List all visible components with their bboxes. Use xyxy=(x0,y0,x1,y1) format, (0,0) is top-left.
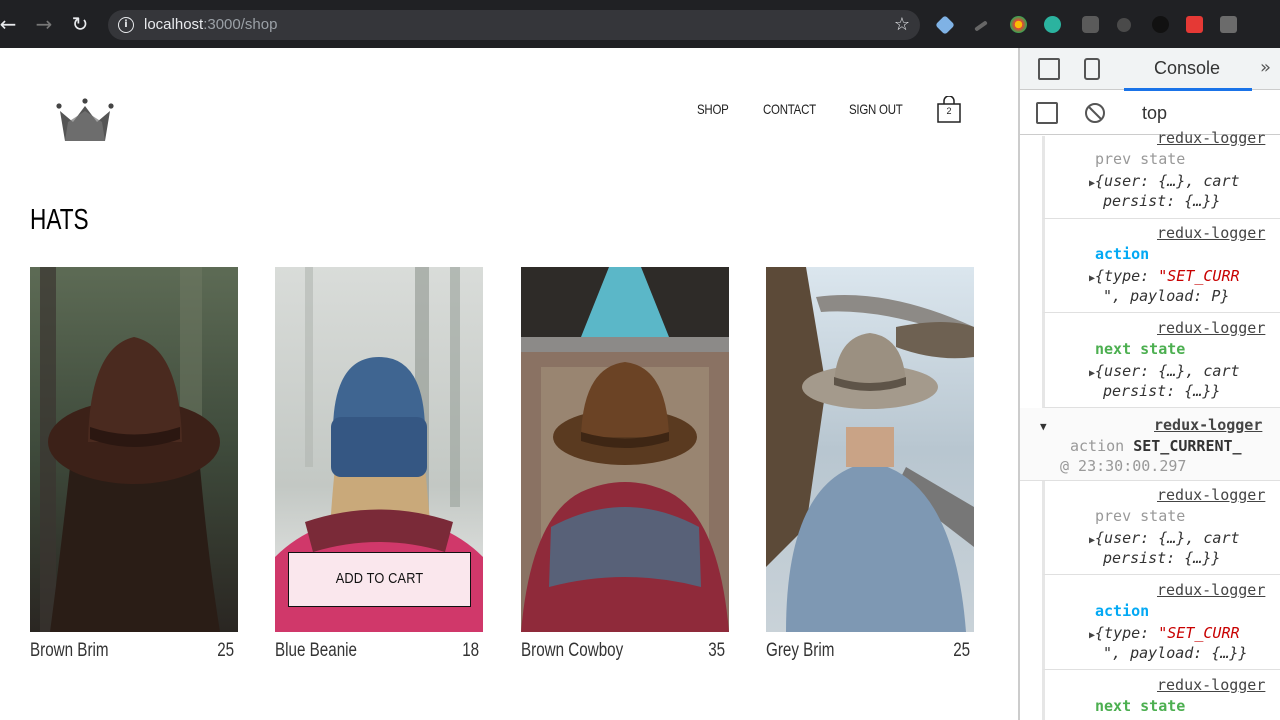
product-price: 18 xyxy=(462,640,479,661)
product-card[interactable]: Brown Brim 25 xyxy=(30,267,238,667)
extension-icon[interactable] xyxy=(1220,16,1237,33)
log-source-link[interactable]: redux-logger xyxy=(1157,223,1265,243)
product-image xyxy=(766,267,974,632)
context-selector[interactable]: top xyxy=(1142,103,1167,123)
log-source-link[interactable]: redux-logger xyxy=(1157,128,1265,148)
devtools-panel: Console » top redux-logger prev state ▶{… xyxy=(1018,48,1280,720)
product-card[interactable]: ADD TO CART Blue Beanie 18 xyxy=(275,267,483,667)
log-label: next state xyxy=(1095,340,1186,358)
extension-icon[interactable] xyxy=(1152,16,1169,33)
product-image xyxy=(30,267,238,632)
collection-title: HATS xyxy=(30,204,89,236)
inspect-element-icon[interactable] xyxy=(1038,58,1060,80)
log-object-text: {type: xyxy=(1095,267,1159,285)
product-price: 35 xyxy=(708,640,725,661)
log-source-link[interactable]: redux-logger xyxy=(1157,485,1265,505)
log-object-text: {type: xyxy=(1095,624,1159,642)
log-timestamp: @ 23:30:00.297 xyxy=(1060,457,1187,475)
log-entry[interactable]: redux-logger next state xyxy=(1042,670,1280,720)
info-icon[interactable]: i xyxy=(118,17,134,33)
log-source-link[interactable]: redux-logger xyxy=(1154,415,1262,435)
log-object-text: ", payload: {…}} xyxy=(1103,644,1248,662)
extension-icon[interactable] xyxy=(1186,16,1203,33)
log-source-link[interactable]: redux-logger xyxy=(1157,675,1265,695)
log-group-action-label: action xyxy=(1070,437,1125,455)
crown-logo-icon[interactable] xyxy=(56,98,114,142)
log-group-title: action SET_CURRENT_ xyxy=(1070,436,1242,456)
log-source-link[interactable]: redux-logger xyxy=(1157,580,1265,600)
devtools-toolbar: Console » xyxy=(1020,48,1280,91)
clear-console-icon[interactable] xyxy=(1084,102,1106,124)
back-icon[interactable]: ← xyxy=(0,12,20,36)
log-string: "SET_CURR xyxy=(1158,624,1240,642)
url-path: :3000/shop xyxy=(203,16,278,33)
log-label: prev state xyxy=(1095,150,1186,168)
log-object-text: persist: {…}} xyxy=(1103,549,1221,567)
product-card[interactable]: Brown Cowboy 35 xyxy=(521,267,729,667)
log-entry[interactable]: redux-logger prev state ▶{user: {…}, car… xyxy=(1042,129,1280,219)
reload-icon[interactable]: ↻ xyxy=(68,12,92,36)
log-entry[interactable]: redux-logger action ▶{type: "SET_CURR ",… xyxy=(1042,219,1280,313)
extension-icon[interactable] xyxy=(974,20,988,32)
log-label: action xyxy=(1095,245,1150,263)
log-object-text: persist: {…}} xyxy=(1103,382,1221,400)
product-image: ADD TO CART xyxy=(275,267,483,632)
add-to-cart-button[interactable]: ADD TO CART xyxy=(288,552,471,607)
log-object-text: {user: {…}, cart xyxy=(1095,529,1240,547)
log-group-header[interactable]: ▼ redux-logger action SET_CURRENT_ @ 23:… xyxy=(1020,408,1280,481)
nav-signout-link[interactable]: SIGN OUT xyxy=(849,100,903,118)
more-tabs-icon[interactable]: » xyxy=(1260,57,1271,79)
nav-contact-link[interactable]: CONTACT xyxy=(763,100,816,118)
log-entry[interactable]: redux-logger prev state ▶{user: {…}, car… xyxy=(1042,481,1280,575)
product-price: 25 xyxy=(217,640,234,661)
url-text[interactable]: localhost:3000/shop xyxy=(144,16,277,34)
collapse-triangle-icon[interactable]: ▼ xyxy=(1040,417,1047,437)
log-object-text: {user: {…}, cart xyxy=(1095,362,1240,380)
cart-icon[interactable]: 2 xyxy=(936,95,962,124)
log-entry[interactable]: redux-logger next state ▶{user: {…}, car… xyxy=(1042,313,1280,408)
log-label: next state xyxy=(1095,697,1186,715)
device-toolbar-icon[interactable] xyxy=(1084,58,1100,80)
nav-shop-link[interactable]: SHOP xyxy=(697,100,729,118)
shop-page: SHOP CONTACT SIGN OUT 2 HATS Brown Brim … xyxy=(0,48,1018,720)
log-string: "SET_CURR xyxy=(1158,267,1240,285)
log-object-text: ", payload: P} xyxy=(1103,287,1230,305)
log-label: prev state xyxy=(1095,507,1186,525)
log-source-link[interactable]: redux-logger xyxy=(1157,318,1265,338)
bookmark-star-icon[interactable]: ☆ xyxy=(894,14,910,35)
sidebar-toggle-icon[interactable] xyxy=(1036,102,1058,124)
extension-icon[interactable] xyxy=(1044,16,1061,33)
address-bar[interactable]: i localhost:3000/shop ☆ xyxy=(108,10,920,40)
extension-icon[interactable] xyxy=(1117,18,1131,32)
extension-icon[interactable] xyxy=(1010,16,1027,33)
log-object-text: persist: {…}} xyxy=(1103,192,1221,210)
product-name: Brown Cowboy xyxy=(521,640,624,661)
product-name: Brown Brim xyxy=(30,640,109,661)
log-label: action xyxy=(1095,602,1150,620)
extension-icon[interactable] xyxy=(935,15,955,35)
add-to-cart-label: ADD TO CART xyxy=(335,570,424,587)
log-object-text: {user: {…}, cart xyxy=(1095,172,1240,190)
console-log: redux-logger prev state ▶{user: {…}, car… xyxy=(1020,129,1280,720)
browser-toolbar: ← → ↻ i localhost:3000/shop ☆ xyxy=(0,0,1280,48)
extension-icon[interactable] xyxy=(1082,16,1099,33)
product-price: 25 xyxy=(953,640,970,661)
product-name: Blue Beanie xyxy=(275,640,357,661)
log-entry[interactable]: redux-logger action ▶{type: "SET_CURR ",… xyxy=(1042,575,1280,670)
forward-icon[interactable]: → xyxy=(32,12,56,36)
tab-console[interactable]: Console xyxy=(1154,57,1220,79)
product-card[interactable]: Grey Brim 25 xyxy=(766,267,974,667)
log-group-action-value: SET_CURRENT_ xyxy=(1133,437,1242,455)
cart-count: 2 xyxy=(946,106,952,116)
url-host: localhost xyxy=(144,16,204,33)
product-image xyxy=(521,267,729,632)
product-name: Grey Brim xyxy=(766,640,835,661)
